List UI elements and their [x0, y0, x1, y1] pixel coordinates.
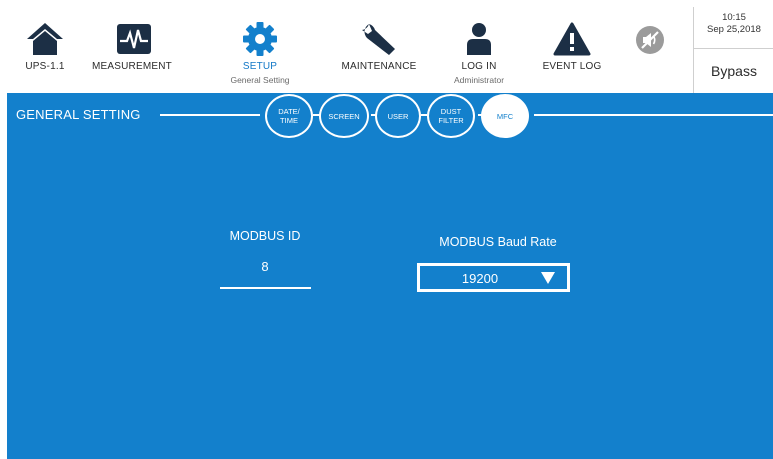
nav-label: SETUP: [242, 61, 278, 72]
tab-label: DATE/ TIME: [278, 107, 300, 125]
warning-icon: [553, 22, 591, 56]
nav-sublabel: Administrator: [453, 75, 505, 85]
modbus-id-label: MODBUS ID: [229, 229, 301, 243]
gear-icon: [243, 22, 277, 56]
baud-rate-dropdown[interactable]: 19200: [417, 263, 570, 292]
tab-label: USER: [387, 111, 409, 121]
status-divider: [694, 48, 773, 49]
status-panel: 10:15 Sep 25,2018 Bypass: [693, 7, 773, 93]
tab-label: DUST FILTER: [438, 107, 464, 125]
nav-label: EVENT LOG: [542, 61, 602, 72]
nav-label: LOG IN: [461, 61, 497, 72]
tab-label: SCREEN: [328, 111, 360, 121]
section-title: GENERAL SETTING: [16, 107, 141, 122]
general-setting-panel: GENERAL SETTING DATE/ TIME SCREEN USER D…: [7, 93, 773, 459]
modbus-id-underline: [220, 287, 311, 289]
tab-screen[interactable]: SCREEN: [319, 94, 369, 138]
nav-sublabel: General Setting: [230, 75, 290, 85]
nav-label: MEASUREMENT: [92, 61, 172, 72]
nav-log-in[interactable]: LOG IN Administrator: [439, 7, 519, 93]
title-rule: [160, 114, 260, 116]
tab-mfc[interactable]: MFC: [481, 94, 529, 138]
nav-label: MAINTENANCE: [341, 61, 417, 72]
top-navigation-bar: UPS-1.1 MEASUREMENT SETUP General Settin…: [7, 7, 773, 93]
mute-speaker-icon[interactable]: [635, 25, 665, 55]
dropdown-arrow-icon: [541, 272, 555, 284]
waveform-icon: [117, 24, 151, 54]
user-icon: [467, 23, 491, 55]
home-icon: [27, 23, 63, 55]
status-time: 10:15: [722, 12, 746, 23]
tab-dust-filter[interactable]: DUST FILTER: [427, 94, 475, 138]
nav-measurement[interactable]: MEASUREMENT: [82, 7, 182, 93]
baud-rate-value: 19200: [461, 271, 499, 286]
tab-user[interactable]: USER: [375, 94, 421, 138]
nav-ups-1-1[interactable]: UPS-1.1: [9, 7, 81, 93]
nav-maintenance[interactable]: MAINTENANCE: [331, 7, 427, 93]
tab-date-time[interactable]: DATE/ TIME: [265, 94, 313, 138]
nav-setup[interactable]: SETUP General Setting: [217, 7, 303, 93]
tab-label: MFC: [496, 111, 514, 121]
wrench-icon: [362, 24, 395, 55]
nav-event-log[interactable]: EVENT LOG: [535, 7, 609, 93]
baud-rate-label: MODBUS Baud Rate: [439, 235, 557, 249]
ups-control-screen: UPS-1.1 MEASUREMENT SETUP General Settin…: [7, 7, 773, 459]
title-rule: [534, 114, 773, 116]
status-date: Sep 25,2018: [707, 24, 761, 35]
nav-label: UPS-1.1: [25, 61, 65, 72]
operation-mode: Bypass: [711, 63, 757, 79]
modbus-id-field[interactable]: 8: [220, 259, 310, 274]
